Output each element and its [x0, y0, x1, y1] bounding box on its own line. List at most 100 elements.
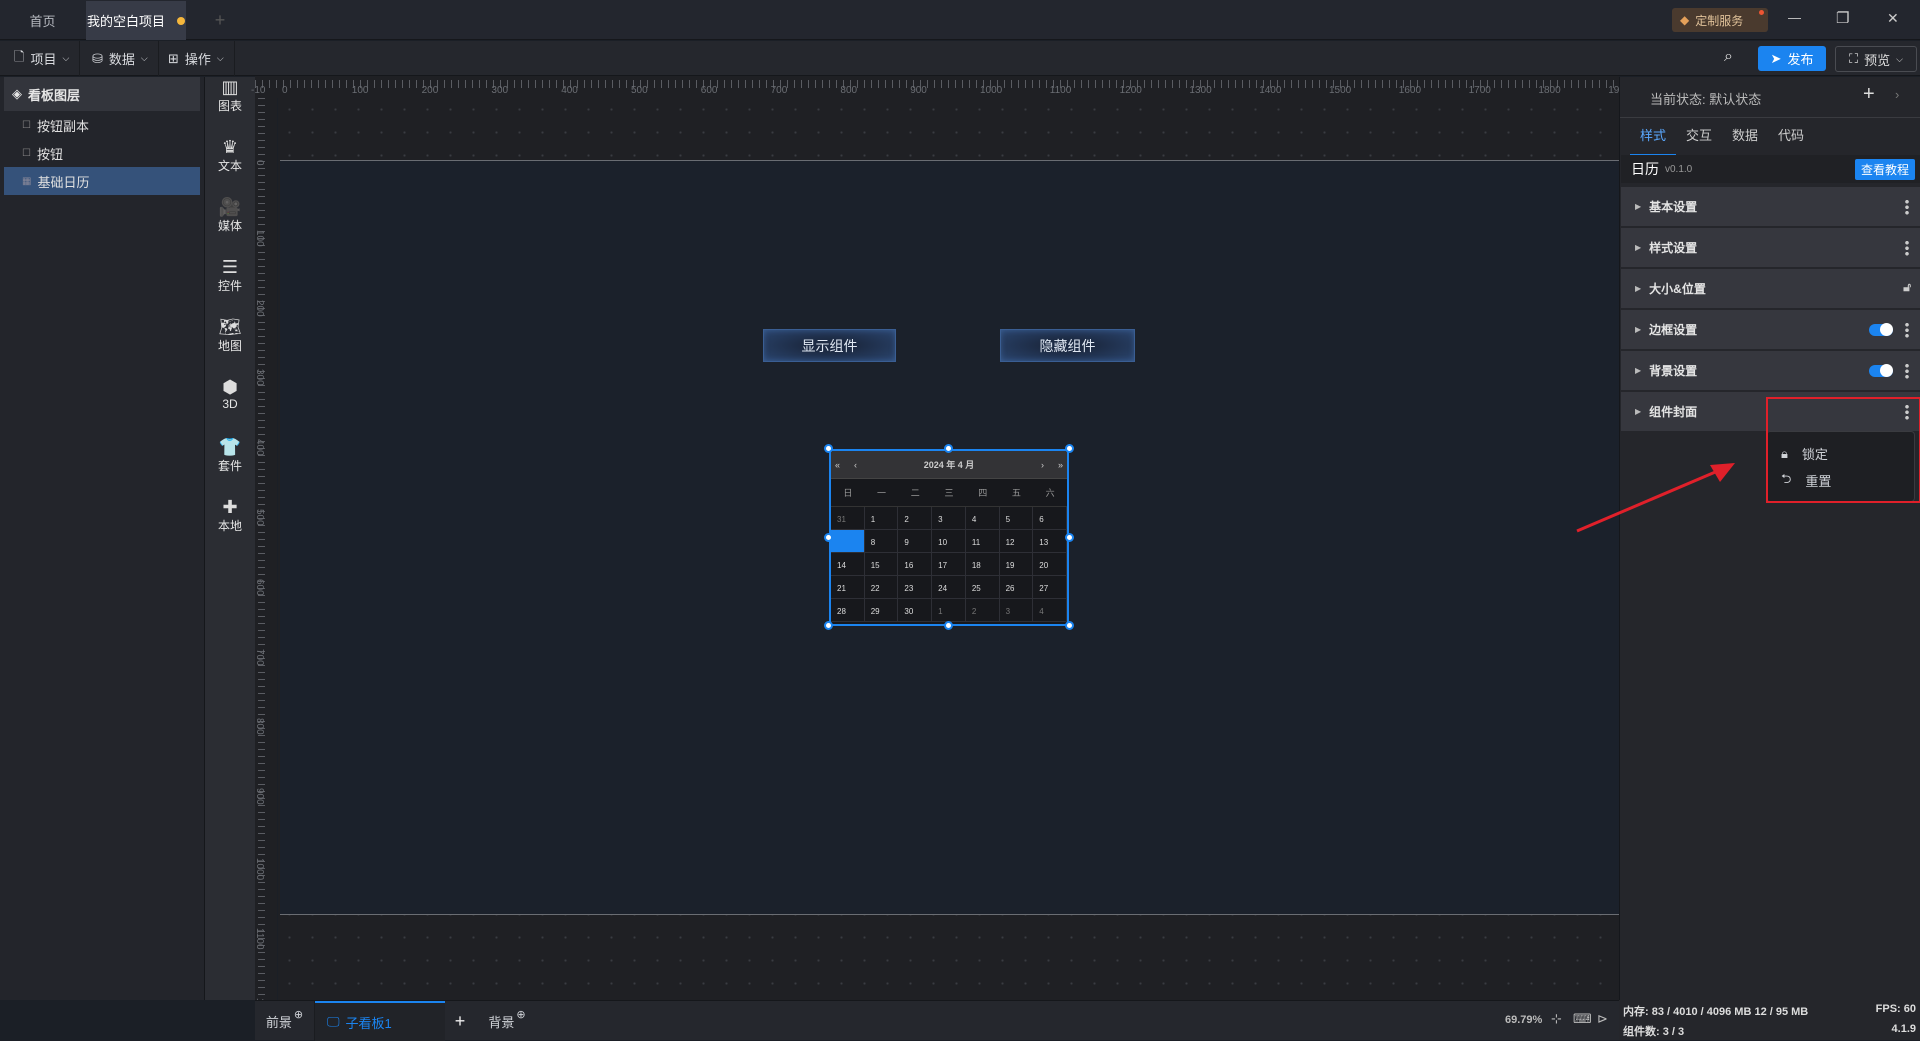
library-4[interactable]: 🗺 地图: [205, 317, 255, 354]
calendar-day[interactable]: 3: [999, 599, 1034, 622]
calendar-day[interactable]: 29: [864, 599, 899, 622]
library-3[interactable]: ☰ 控件: [205, 257, 255, 294]
settings-section[interactable]: ▶ 边框设置: [1621, 310, 1920, 350]
layer-item[interactable]: ☐ 按钮: [4, 139, 200, 167]
resize-handle[interactable]: [1065, 621, 1074, 630]
calendar-day[interactable]: 30: [898, 599, 933, 622]
calendar-day[interactable]: 16: [898, 553, 933, 576]
calendar-day[interactable]: 28: [831, 599, 865, 622]
calendar-day[interactable]: 13: [1033, 530, 1067, 553]
calendar-day[interactable]: 1: [864, 507, 899, 530]
calendar-day[interactable]: 31: [831, 507, 865, 530]
search-icon[interactable]: ⌕: [1724, 48, 1733, 66]
more-options-icon[interactable]: [1905, 322, 1909, 338]
close-icon[interactable]: ✕: [1887, 10, 1899, 27]
view-tutorial-button[interactable]: 查看教程: [1854, 159, 1915, 180]
calendar-day[interactable]: 11: [965, 530, 1000, 553]
next-month-icon[interactable]: ›: [1041, 460, 1044, 470]
settings-section[interactable]: ▶ 背景设置: [1621, 351, 1920, 391]
more-options-icon[interactable]: [1905, 240, 1909, 256]
library-0[interactable]: ▥ 图表: [205, 77, 255, 114]
library-6[interactable]: 👕 套件: [205, 437, 255, 474]
sub-board-tab[interactable]: 🖵 子看板1: [315, 1001, 445, 1041]
resize-handle[interactable]: [824, 621, 833, 630]
calendar-day[interactable]: 23: [898, 576, 933, 599]
next-year-icon[interactable]: »: [1058, 460, 1063, 470]
add-tab-button[interactable]: +: [205, 1, 235, 40]
resize-handle[interactable]: [824, 444, 833, 453]
foreground-tab[interactable]: 前景 ⊕: [255, 1001, 315, 1041]
tab-1[interactable]: 交互: [1676, 118, 1722, 156]
resize-handle[interactable]: [944, 621, 953, 630]
layer-item-selected[interactable]: ▦ 基础日历: [4, 167, 200, 195]
fit-screen-icon[interactable]: ⊹: [1551, 1011, 1562, 1027]
calendar-day[interactable]: 15: [864, 553, 899, 576]
tab-project[interactable]: 我的空白项目: [86, 1, 186, 40]
calendar-widget[interactable]: «‹ 2024 年 4 月 ›» 日一二三四五六 31 1 2 3 4 5 6 8 9 10 11 1…: [829, 449, 1069, 626]
calendar-day[interactable]: 22: [864, 576, 899, 599]
calendar-day[interactable]: 25: [965, 576, 1000, 599]
custom-service-button[interactable]: ◆ 定制服务: [1672, 8, 1768, 32]
calendar-day[interactable]: 5: [999, 507, 1034, 530]
library-7[interactable]: ✚ 本地: [205, 497, 255, 534]
tab-3[interactable]: 代码: [1768, 118, 1814, 156]
resize-handle[interactable]: [944, 444, 953, 453]
calendar-day[interactable]: 26: [999, 576, 1034, 599]
calendar-day[interactable]: 21: [831, 576, 865, 599]
calendar-day[interactable]: 4: [965, 507, 1000, 530]
menu-operations[interactable]: ⊞ 操作 ⌵: [158, 41, 235, 76]
show-component-button[interactable]: 显示组件: [763, 329, 896, 362]
prev-year-icon[interactable]: «: [835, 460, 840, 470]
add-board-button[interactable]: +: [445, 1001, 475, 1041]
restore-icon[interactable]: ❐: [1836, 9, 1849, 27]
calendar-day[interactable]: 2: [898, 507, 933, 530]
more-options-icon[interactable]: [1905, 363, 1909, 379]
calendar-day[interactable]: 24: [932, 576, 966, 599]
calendar-day[interactable]: 17: [932, 553, 966, 576]
tab-home[interactable]: 首页: [0, 1, 85, 40]
chevron-right-icon[interactable]: ›: [1895, 87, 1899, 102]
minimize-icon[interactable]: —: [1788, 10, 1801, 25]
layer-item[interactable]: ☐ 按钮副本: [4, 111, 200, 139]
add-circle-icon[interactable]: ⊕: [516, 1008, 525, 1021]
calendar-day[interactable]: 3: [932, 507, 966, 530]
menu-data[interactable]: ⛁ 数据 ⌵: [82, 41, 159, 76]
calendar-day[interactable]: 9: [898, 530, 933, 553]
add-circle-icon[interactable]: ⊕: [294, 1008, 303, 1021]
keyboard-icon[interactable]: ⌨: [1573, 1011, 1592, 1027]
settings-section[interactable]: ▶ 样式设置: [1621, 228, 1920, 268]
preview-button[interactable]: ⛶ 预览 ⌵: [1835, 46, 1917, 72]
calendar-day[interactable]: 20: [1033, 553, 1067, 576]
section-toggle[interactable]: [1869, 323, 1893, 336]
calendar-day[interactable]: 10: [932, 530, 966, 553]
more-options-icon[interactable]: [1905, 199, 1909, 215]
calendar-day[interactable]: 1: [932, 599, 966, 622]
calendar-day[interactable]: 19: [999, 553, 1034, 576]
settings-section[interactable]: ▶ 基本设置: [1621, 187, 1920, 227]
library-2[interactable]: 🎥 媒体: [205, 197, 255, 234]
calendar-day-today[interactable]: [831, 530, 865, 553]
calendar-day[interactable]: 8: [864, 530, 899, 553]
background-tab[interactable]: 背景 ⊕: [477, 1001, 537, 1041]
add-state-icon[interactable]: +: [1863, 83, 1875, 106]
library-1[interactable]: ♛ 文本: [205, 137, 255, 174]
calendar-day[interactable]: 18: [965, 553, 1000, 576]
resize-handle[interactable]: [1065, 444, 1074, 453]
zoom-level[interactable]: 69.79%: [1505, 1014, 1542, 1026]
tab-0[interactable]: 样式: [1630, 118, 1677, 156]
resize-handle[interactable]: [824, 533, 833, 542]
publish-button[interactable]: ➤ 发布: [1758, 46, 1826, 71]
menu-project[interactable]: 🗋 项目 ⌵: [4, 41, 81, 76]
lock-icon[interactable]: 🔓︎: [1903, 280, 1911, 295]
calendar-day[interactable]: 6: [1033, 507, 1067, 530]
tab-2[interactable]: 数据: [1722, 118, 1768, 156]
terminal-icon[interactable]: ⊳: [1597, 1011, 1608, 1027]
settings-section[interactable]: ▶ 大小&位置 🔓︎: [1621, 269, 1920, 309]
calendar-day[interactable]: 12: [999, 530, 1034, 553]
calendar-day[interactable]: 2: [965, 599, 1000, 622]
calendar-day[interactable]: 27: [1033, 576, 1067, 599]
resize-handle[interactable]: [1065, 533, 1074, 542]
calendar-day[interactable]: 4: [1033, 599, 1067, 622]
section-toggle[interactable]: [1869, 364, 1893, 377]
library-5[interactable]: ⬢ 3D: [205, 377, 255, 411]
